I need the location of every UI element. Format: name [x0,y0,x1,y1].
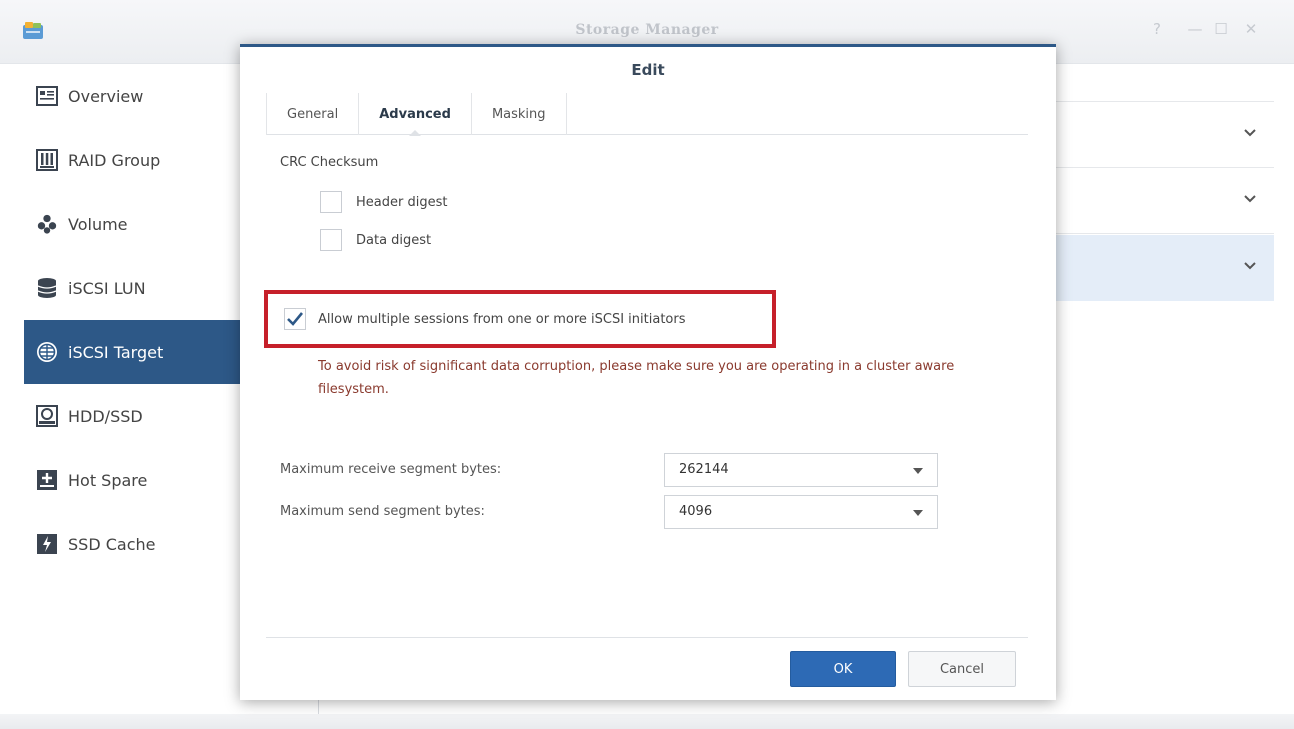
close-icon[interactable]: ✕ [1242,20,1260,38]
sidebar-item-iscsi-target[interactable]: iSCSI Target [24,320,240,384]
list-row[interactable] [1056,102,1274,168]
max-receive-value: 262144 [679,462,729,477]
chevron-down-icon[interactable] [1242,190,1258,206]
volume-icon [36,213,58,235]
dialog-footer-divider [266,637,1028,638]
sidebar-item-hot-spare[interactable]: Hot Spare [24,448,240,512]
chevron-down-icon[interactable] [1242,257,1258,273]
window-title: Storage Manager [575,22,719,38]
sidebar-item-label: Overview [68,86,144,106]
list-row-selected[interactable] [1056,235,1274,301]
hot-spare-icon [36,469,58,491]
max-send-value: 4096 [679,504,713,519]
dropdown-arrow-icon [913,510,923,516]
data-digest-label: Data digest [356,232,432,248]
multi-session-checkbox[interactable] [284,308,306,330]
sidebar-item-label: iSCSI LUN [68,278,146,298]
max-receive-label: Maximum receive segment bytes: [280,462,502,477]
sidebar-item-label: RAID Group [68,150,161,170]
sidebar-item-volume[interactable]: Volume [24,192,240,256]
iscsi-target-icon [36,341,58,363]
checkmark-icon [287,312,304,326]
sidebar-item-label: HDD/SSD [68,406,143,426]
sidebar-item-hdd-ssd[interactable]: HDD/SSD [24,384,240,448]
data-digest-row: Data digest [320,229,431,251]
header-digest-checkbox[interactable] [320,191,342,213]
max-send-select[interactable]: 4096 [664,495,938,529]
max-receive-select[interactable]: 262144 [664,453,938,487]
ok-button[interactable]: OK [790,651,896,687]
edit-dialog: Edit General Advanced Masking CRC Checks… [240,44,1056,700]
data-digest-checkbox[interactable] [320,229,342,251]
minimize-icon[interactable]: — [1186,20,1204,38]
sidebar-item-raid-group[interactable]: RAID Group [24,128,240,192]
bottom-strip [0,714,1294,729]
multi-session-label: Allow multiple sessions from one or more… [318,311,686,327]
iscsi-lun-icon [36,277,58,299]
cancel-button[interactable]: Cancel [908,651,1016,687]
overview-icon [36,85,58,107]
sidebar-item-ssd-cache[interactable]: SSD Cache [24,512,240,576]
hdd-ssd-icon [36,405,58,427]
dialog-title: Edit [631,61,665,79]
sidebar-item-label: iSCSI Target [68,342,164,362]
help-icon[interactable]: ? [1148,20,1166,38]
list-row[interactable] [1056,168,1274,234]
sidebar-item-overview[interactable]: Overview [24,64,240,128]
sidebar-item-label: SSD Cache [68,534,156,554]
dropdown-arrow-icon [913,468,923,474]
chevron-down-icon[interactable] [1242,124,1258,140]
header-digest-row: Header digest [320,191,447,213]
tab-general[interactable]: General [266,93,358,135]
tab-advanced[interactable]: Advanced [358,93,471,136]
header-digest-label: Header digest [356,194,448,210]
raid-group-icon [36,149,58,171]
ssd-cache-icon [36,533,58,555]
max-send-label: Maximum send segment bytes: [280,504,485,519]
sidebar-item-label: Volume [68,214,128,234]
maximize-icon[interactable]: ☐ [1212,20,1230,38]
sidebar-item-label: Hot Spare [68,470,148,490]
sidebar-item-iscsi-lun[interactable]: iSCSI LUN [24,256,240,320]
corruption-warning-text: To avoid risk of significant data corrup… [318,359,955,397]
dialog-tabs: General Advanced Masking [266,93,1028,136]
tab-masking[interactable]: Masking [470,93,567,135]
multi-session-row: Allow multiple sessions from one or more… [284,308,686,330]
crc-checksum-label: CRC Checksum [280,155,379,170]
